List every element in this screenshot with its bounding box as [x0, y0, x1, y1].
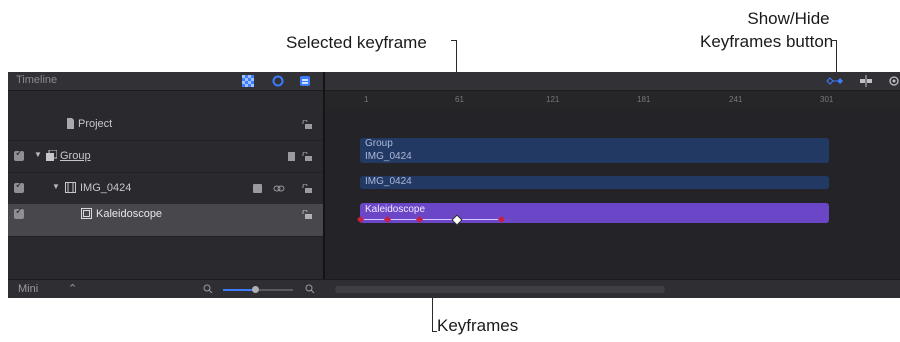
disclosure-triangle-icon[interactable]: ▼	[34, 150, 42, 159]
ruler-tick: 181	[637, 95, 651, 104]
ruler-tick: 61	[455, 95, 464, 104]
img-checkbox[interactable]	[14, 180, 24, 193]
checkerboard-icon[interactable]	[242, 75, 254, 87]
layer-label: Kaleidoscope	[96, 208, 163, 220]
selected-keyframe-leader-cap	[451, 40, 457, 41]
clip-sublabel: IMG_0424	[365, 151, 412, 162]
lock-icon[interactable]	[302, 152, 312, 161]
callout-line-1: Show/Hide	[747, 9, 830, 28]
keyframes-callout: Keyframes	[437, 316, 519, 335]
disclosure-triangle-icon[interactable]: ▼	[52, 182, 60, 191]
zoom-slider-thumb[interactable]	[252, 286, 259, 293]
show-hide-leader-cap	[831, 40, 837, 41]
clip-label: Kaleidoscope	[365, 204, 426, 215]
layer-row-group[interactable]: ▼ Group	[8, 140, 323, 173]
clip-img[interactable]: IMG_0424	[360, 176, 829, 189]
timeline-ruler[interactable]: 1 61 121 181 241 301	[325, 91, 900, 107]
selected-keyframe-callout: Selected keyframe	[286, 33, 427, 52]
clip-kaleidoscope[interactable]: Kaleidoscope	[360, 203, 829, 223]
group-stack-icon	[46, 150, 57, 161]
clip-group[interactable]: Group IMG_0424	[360, 138, 829, 163]
link-icon[interactable]	[273, 184, 285, 193]
layer-window-icon[interactable]	[299, 75, 311, 87]
filmstrip-icon	[65, 182, 76, 193]
clip-label: IMG_0424	[365, 176, 412, 187]
clip-label: Group	[365, 138, 393, 149]
layer-row-project[interactable]: Project	[8, 108, 323, 141]
media-icon[interactable]	[253, 184, 263, 193]
timeline-footer: Mini ⌃	[8, 279, 900, 298]
show-hide-keyframes-button[interactable]	[825, 75, 845, 87]
keyframe-track	[360, 219, 505, 220]
ruler-tick: 121	[546, 95, 560, 104]
mode-selector[interactable]: Mini	[18, 283, 38, 295]
lock-icon[interactable]	[302, 184, 312, 193]
layer-icon[interactable]	[288, 152, 298, 161]
clip-snapping-icon[interactable]	[859, 75, 873, 87]
show-hide-keyframes-callout-2: Keyframes button	[700, 31, 833, 52]
lock-icon[interactable]	[302, 210, 312, 219]
layer-label: Project	[78, 118, 113, 130]
callout-line-2: Keyframes button	[700, 32, 834, 51]
group-checkbox[interactable]	[14, 148, 24, 161]
zoom-slider[interactable]	[223, 286, 293, 293]
timeline-title: Timeline	[16, 74, 58, 86]
playhead-icon[interactable]	[888, 75, 900, 87]
updown-chevron-icon[interactable]: ⌃	[68, 282, 77, 295]
horizontal-scrollbar[interactable]	[335, 286, 665, 293]
filter-icon	[81, 208, 92, 219]
lock-icon[interactable]	[302, 120, 312, 129]
ruler-tick: 301	[820, 95, 834, 104]
zoom-in-icon[interactable]	[305, 284, 315, 294]
show-hide-keyframes-callout: Show/Hide	[737, 8, 840, 29]
layer-label: IMG_0424	[80, 182, 132, 194]
timeline-window: Timeline Project ✓ ▼ Group ✓ ▼ IMG_0424 …	[8, 72, 900, 298]
timeline-header: Timeline	[8, 72, 900, 91]
kaleidoscope-checkbox[interactable]	[14, 206, 24, 219]
zoom-out-icon[interactable]	[203, 284, 213, 294]
ruler-tick: 241	[729, 95, 743, 104]
keyframes-leader-cap	[432, 331, 437, 332]
zoom-slider-fill	[223, 289, 255, 291]
document-icon	[67, 118, 74, 129]
ruler-tick: 1	[364, 95, 369, 104]
layer-label: Group	[60, 150, 91, 162]
circle-icon[interactable]	[272, 75, 284, 87]
layer-row-img[interactable]: ▼ IMG_0424	[8, 172, 323, 205]
layer-row-kaleidoscope[interactable]: Kaleidoscope	[8, 204, 323, 237]
